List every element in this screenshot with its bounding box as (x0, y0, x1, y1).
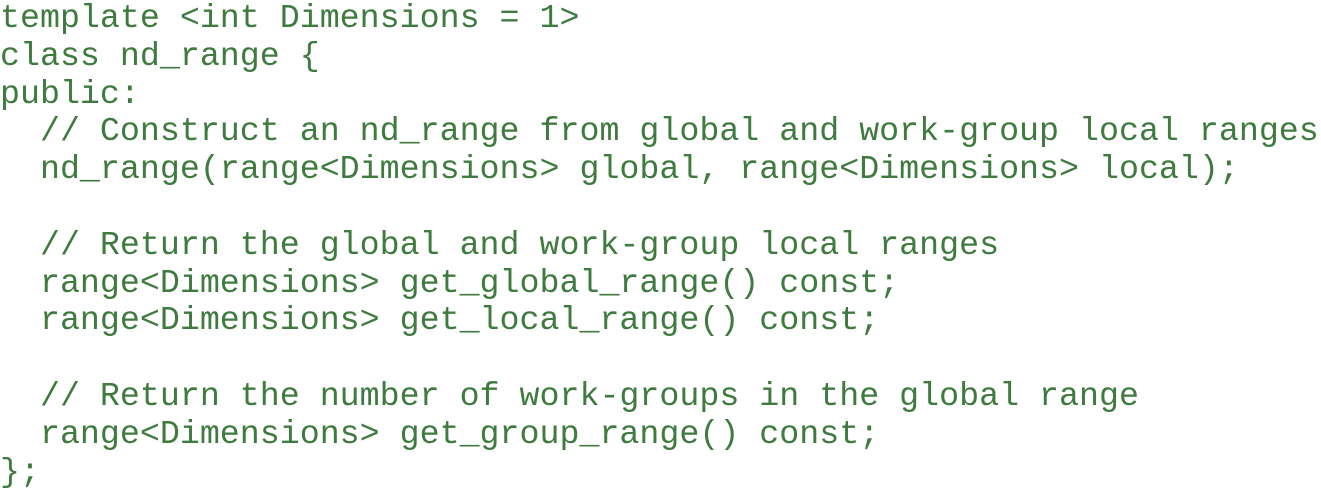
code-line-ranges-comment: // Return the global and work-group loca… (0, 225, 1000, 264)
code-line-template-declaration: template <int Dimensions = 1> (0, 0, 580, 37)
code-line-public-specifier: public: (0, 74, 140, 113)
code-line-get-local-range: range<Dimensions> get_local_range() cons… (0, 301, 880, 340)
code-line-constructor: nd_range(range<Dimensions> global, range… (0, 150, 1239, 189)
code-line-get-group-range: range<Dimensions> get_group_range() cons… (0, 414, 880, 453)
code-line-constructor-comment: // Construct an nd_range from global and… (0, 112, 1319, 151)
code-line-class-end: }; (0, 452, 40, 491)
code-line-get-global-range: range<Dimensions> get_global_range() con… (0, 263, 900, 302)
code-line-class-declaration: class nd_range { (0, 36, 320, 75)
code-line-group-range-comment: // Return the number of work-groups in t… (0, 376, 1139, 415)
code-listing: template <int Dimensions = 1> class nd_r… (0, 0, 1321, 504)
